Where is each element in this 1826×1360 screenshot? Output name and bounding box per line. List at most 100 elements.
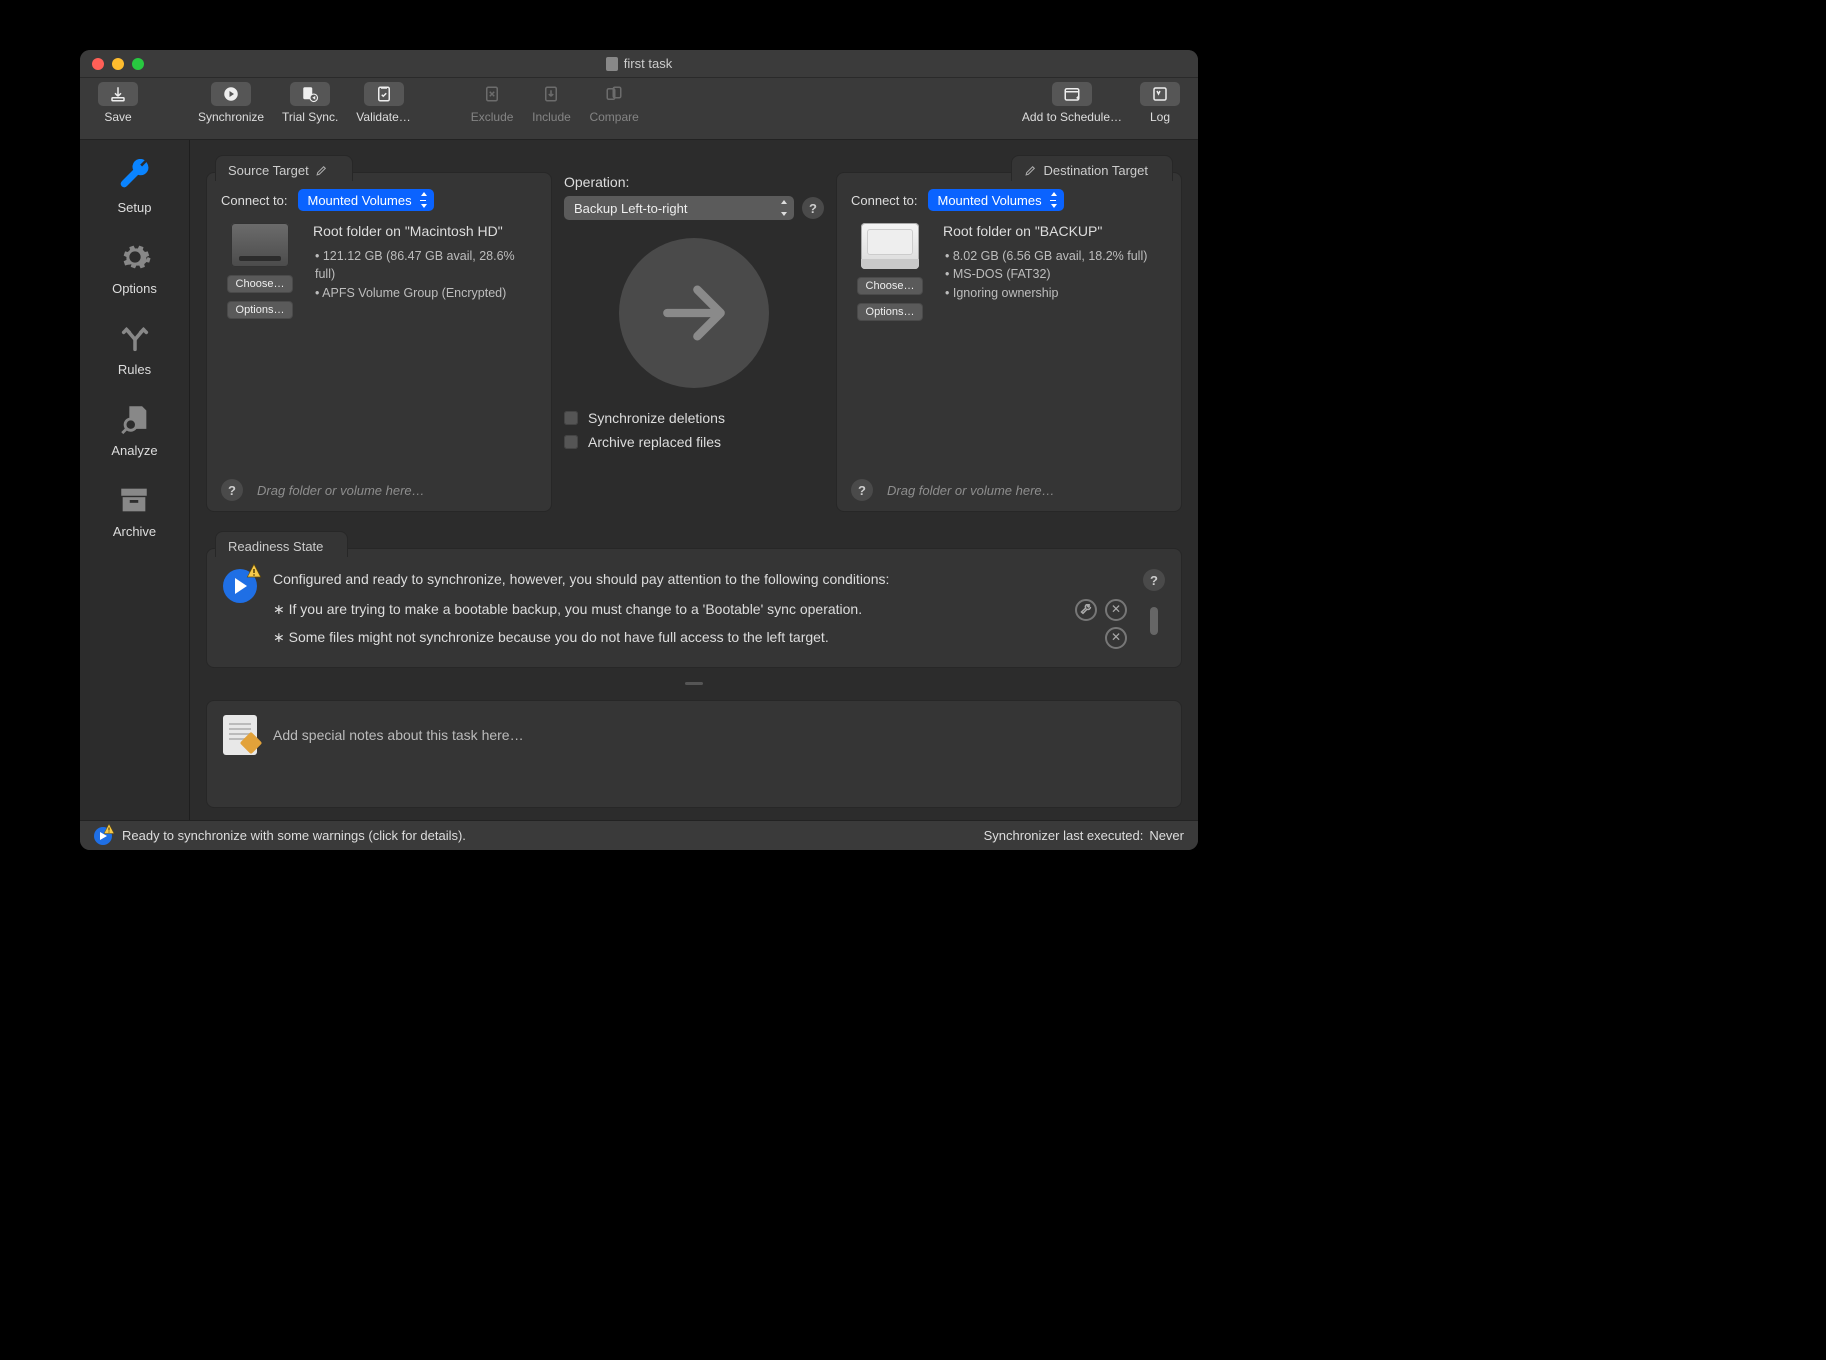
sidebar-item-archive[interactable]: Archive [113, 482, 156, 539]
sync-deletions-label: Synchronize deletions [588, 410, 725, 426]
add-to-schedule-button[interactable]: Add to Schedule… [1014, 82, 1130, 124]
sidebar-setup-label: Setup [118, 200, 152, 215]
save-label: Save [104, 110, 131, 124]
source-bullet: APFS Volume Group (Encrypted) [315, 284, 537, 303]
exclude-button: Exclude [463, 82, 522, 124]
synchronize-button[interactable]: Synchronize [190, 82, 272, 124]
log-button[interactable]: Log [1132, 82, 1188, 124]
sidebar-rules-label: Rules [118, 362, 151, 377]
operation-value: Backup Left-to-right [574, 201, 687, 216]
destination-title: Root folder on "BACKUP" [943, 223, 1167, 241]
destination-panel: Destination Target Connect to: Mounted V… [836, 172, 1182, 512]
destination-choose-button[interactable]: Choose… [857, 277, 923, 295]
readiness-text: Configured and ready to synchronize, how… [273, 569, 1127, 649]
operation-help-button[interactable]: ? [802, 197, 824, 219]
sidebar-options-label: Options [112, 281, 157, 296]
pencil-icon [1024, 164, 1037, 177]
dismiss-button[interactable]: ✕ [1105, 627, 1127, 649]
toolbar: Save Synchronize Trial Sync. Validate… E… [80, 78, 1198, 140]
source-choose-button[interactable]: Choose… [227, 275, 293, 293]
window-title-text: first task [624, 56, 672, 71]
source-tab[interactable]: Source Target [215, 155, 353, 181]
warning-icon [102, 823, 116, 835]
magnifier-doc-icon [115, 401, 155, 437]
sidebar-item-analyze[interactable]: Analyze [111, 401, 157, 458]
operation-column: Operation: Backup Left-to-right ? Synchr [564, 172, 824, 512]
source-connect-select[interactable]: Mounted Volumes [298, 189, 434, 211]
document-icon [606, 57, 618, 71]
sync-deletions-checkbox[interactable]: Synchronize deletions [564, 410, 824, 426]
direction-arrow-icon [619, 238, 769, 388]
window-title: first task [80, 56, 1198, 71]
sidebar-item-options[interactable]: Options [112, 239, 157, 296]
source-connect-label: Connect to: [221, 193, 288, 208]
destination-connect-label: Connect to: [851, 193, 918, 208]
readiness-item: If you are trying to make a bootable bac… [273, 599, 1063, 621]
external-drive-icon [861, 223, 919, 269]
splitter-handle[interactable] [206, 682, 1182, 686]
source-panel: Source Target Connect to: Mounted Volume… [206, 172, 552, 512]
archive-replaced-checkbox[interactable]: Archive replaced files [564, 434, 824, 450]
source-bullet: 121.12 GB (86.47 GB avail, 28.6% full) [315, 247, 537, 285]
status-bar: Ready to synchronize with some warnings … [80, 820, 1198, 850]
destination-bullet: Ignoring ownership [945, 284, 1167, 303]
readiness-item: Some files might not synchronize because… [273, 627, 1063, 649]
destination-tab[interactable]: Destination Target [1011, 155, 1173, 181]
sidebar-item-rules[interactable]: Rules [115, 320, 155, 377]
compare-button: Compare [581, 82, 646, 124]
main: Source Target Connect to: Mounted Volume… [190, 140, 1198, 820]
checkbox-icon [564, 435, 578, 449]
synchronize-label: Synchronize [198, 110, 264, 124]
log-label: Log [1150, 110, 1170, 124]
readiness-panel: Readiness State Configured and ready to … [206, 548, 1182, 668]
source-help-button[interactable]: ? [221, 479, 243, 501]
chevron-updown-icon [1049, 192, 1059, 208]
checkbox-icon [564, 411, 578, 425]
destination-bullet: MS-DOS (FAT32) [945, 265, 1167, 284]
exclude-label: Exclude [471, 110, 514, 124]
branch-icon [115, 320, 155, 356]
dismiss-button[interactable]: ✕ [1105, 599, 1127, 621]
readiness-headline: Configured and ready to synchronize, how… [273, 569, 1127, 591]
include-label: Include [532, 110, 571, 124]
chevron-updown-icon [419, 192, 429, 208]
gear-icon [115, 239, 155, 275]
destination-connect-select[interactable]: Mounted Volumes [928, 189, 1064, 211]
destination-details: 8.02 GB (6.56 GB avail, 18.2% full) MS-D… [943, 247, 1167, 303]
titlebar: first task [80, 50, 1198, 78]
validate-label: Validate… [356, 110, 410, 124]
archive-replaced-label: Archive replaced files [588, 434, 721, 450]
readiness-help-button[interactable]: ? [1143, 569, 1165, 591]
source-tab-label: Source Target [228, 163, 309, 178]
notes-placeholder: Add special notes about this task here… [273, 727, 524, 743]
status-text[interactable]: Ready to synchronize with some warnings … [122, 828, 466, 843]
fix-button[interactable] [1075, 599, 1097, 621]
chevron-updown-icon [779, 200, 789, 216]
destination-connect-value: Mounted Volumes [938, 193, 1042, 208]
operation-label: Operation: [564, 174, 824, 190]
scrollbar[interactable] [1150, 607, 1158, 635]
status-last-exec-value: Never [1149, 828, 1184, 843]
operation-select[interactable]: Backup Left-to-right [564, 196, 794, 220]
validate-button[interactable]: Validate… [348, 82, 418, 124]
save-button[interactable]: Save [90, 82, 146, 124]
source-options-button[interactable]: Options… [227, 301, 293, 319]
pencil-icon [315, 164, 328, 177]
trial-sync-button[interactable]: Trial Sync. [274, 82, 346, 124]
app-window: first task Save Synchronize Trial Sync. … [80, 50, 1198, 850]
compare-label: Compare [589, 110, 638, 124]
destination-bullet: 8.02 GB (6.56 GB avail, 18.2% full) [945, 247, 1167, 266]
destination-options-button[interactable]: Options… [857, 303, 923, 321]
trial-sync-label: Trial Sync. [282, 110, 338, 124]
warning-icon [245, 563, 263, 579]
sidebar: Setup Options Rules Analyze [80, 140, 190, 820]
source-connect-value: Mounted Volumes [308, 193, 412, 208]
destination-help-button[interactable]: ? [851, 479, 873, 501]
destination-drop-hint: Drag folder or volume here… [887, 483, 1055, 498]
sidebar-item-setup[interactable]: Setup [115, 158, 155, 215]
internal-drive-icon [231, 223, 289, 267]
source-title: Root folder on "Macintosh HD" [313, 223, 537, 241]
sidebar-archive-label: Archive [113, 524, 156, 539]
notes-field[interactable]: Add special notes about this task here… [273, 727, 524, 743]
add-to-schedule-label: Add to Schedule… [1022, 110, 1122, 124]
